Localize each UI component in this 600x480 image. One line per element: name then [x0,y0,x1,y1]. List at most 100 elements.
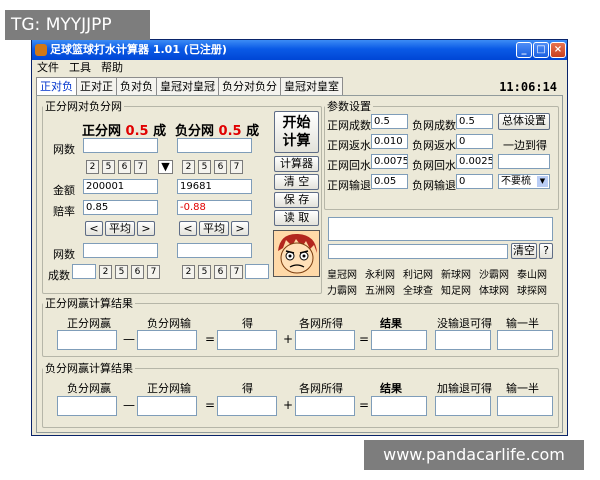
r2-box-3[interactable] [217,396,277,416]
minimize-button[interactable]: _ [516,42,532,58]
left-chengshu-input[interactable] [72,264,96,279]
right-spin-7[interactable]: 7 [230,160,243,174]
left-next-button[interactable]: > [137,221,155,236]
param-zheng-huishui[interactable]: 0.0075 [371,154,408,169]
cs-right-spin-6[interactable]: 6 [214,265,227,279]
r1-h2: 负分网输 [147,317,191,330]
param-zheng-shutui[interactable]: 0.05 [371,174,408,189]
tab-fu-fu[interactable]: 负对负 [116,77,157,95]
left-prev-button[interactable]: < [85,221,103,236]
tab-panel: 正分网对负分网 正分网 0.5 成 负分网 0.5 成 网数 2 5 6 7 ▼… [36,95,563,433]
tab-negscore[interactable]: 负分对负分 [218,77,281,95]
left-odds-input[interactable]: 0.85 [83,200,158,215]
label-wangshu: 网数 [53,143,75,156]
r2-eq: = [205,398,216,412]
swap-arrow-icon[interactable]: ▼ [158,160,173,174]
cs-right-spin-7[interactable]: 7 [230,265,243,279]
read-button[interactable]: 读 取 [274,210,319,226]
start-calc-button[interactable]: 开始 计算 [274,111,319,153]
r1-box-3[interactable] [217,330,277,350]
clear-button[interactable]: 清 空 [274,174,319,190]
left-spin-6[interactable]: 6 [118,160,131,174]
left-wangshu2-input[interactable] [83,243,158,258]
r1-box-2[interactable] [137,330,197,350]
r1-box-4[interactable] [295,330,355,350]
left-wangshu-input[interactable] [83,138,158,153]
r2-box-result[interactable] [371,396,427,416]
r2-box-2[interactable] [137,396,197,416]
r1-box-1[interactable] [57,330,117,350]
memo-box[interactable] [328,217,553,241]
clear-small-button[interactable]: 清空 [511,243,537,259]
r2-box-7[interactable] [497,396,553,416]
param-dropdown[interactable]: 不要梳 ▼ [498,174,550,189]
title-bar[interactable]: 足球篮球打水计算器 1.01 (已注册) _ □ × [32,40,567,60]
r2-h4: 各网所得 [299,382,343,395]
left-spin-2[interactable]: 2 [86,160,99,174]
link-xinqiu[interactable]: 新球网 [441,266,471,281]
r2-box-4[interactable] [295,396,355,416]
r1-eq: = [205,332,216,346]
menu-tools[interactable]: 工具 [64,60,96,76]
right-spin-6[interactable]: 6 [214,160,227,174]
r1-minus: — [123,332,135,346]
param-fu-shutui[interactable]: 0 [456,174,493,189]
right-average-button[interactable]: 平均 [199,221,229,236]
left-amount-input[interactable]: 200001 [83,179,158,194]
left-average-button[interactable]: 平均 [105,221,135,236]
menu-file[interactable]: 文件 [32,60,64,76]
memo-input[interactable] [328,244,508,259]
r1-box-result[interactable] [371,330,427,350]
help-question-button[interactable]: ? [539,243,553,259]
param-zheng-chengshu[interactable]: 0.5 [371,114,408,129]
cs-left-spin-6[interactable]: 6 [131,265,144,279]
right-spin-2[interactable]: 2 [182,160,195,174]
param-fu-chengshu[interactable]: 0.5 [456,114,493,129]
link-yongli[interactable]: 永利网 [365,266,395,281]
cs-left-spin-5[interactable]: 5 [115,265,128,279]
overall-settings-button[interactable]: 总体设置 [498,113,550,130]
left-spin-5[interactable]: 5 [102,160,115,174]
right-prev-button[interactable]: < [179,221,197,236]
tab-zheng-fu[interactable]: 正对负 [36,77,77,96]
result1-legend: 正分网赢计算结果 [45,297,133,310]
tab-strip: 正对负 正对正 负对负 皇冠对皇冠 负分对负分 皇冠对皇室 [36,77,343,96]
cs-right-spin-2[interactable]: 2 [182,265,195,279]
right-next-button[interactable]: > [231,221,249,236]
cs-left-spin-7[interactable]: 7 [147,265,160,279]
param-extra-input[interactable] [498,154,550,169]
save-button[interactable]: 保 存 [274,192,319,208]
bothwin-label: 一边到得 [503,139,547,152]
link-huangguan[interactable]: 皇冠网 [327,266,357,281]
right-header: 负分网 0.5 成 [175,124,260,139]
right-odds-input[interactable]: -0.88 [177,200,252,215]
chevron-down-icon[interactable]: ▼ [537,176,548,187]
right-amount-input[interactable]: 19681 [177,179,252,194]
right-wangshu2-input[interactable] [177,243,252,258]
param-fu-fanshui[interactable]: 0 [456,134,493,149]
cs-left-spin-2[interactable]: 2 [99,265,112,279]
link-taishan[interactable]: 泰山网 [517,266,547,281]
tab-zheng-zheng[interactable]: 正对正 [76,77,117,95]
right-spin-5[interactable]: 5 [198,160,211,174]
link-shaba[interactable]: 沙霸网 [479,266,509,281]
calculator-button[interactable]: 计算器 [274,156,319,172]
r1-box-7[interactable] [497,330,553,350]
menu-help[interactable]: 帮助 [96,60,128,76]
app-icon [35,44,47,56]
r2-box-6[interactable] [435,396,491,416]
link-liji[interactable]: 利记网 [403,266,433,281]
param-zheng-fanshui[interactable]: 0.010 [371,134,408,149]
tab-crown-crown[interactable]: 皇冠对皇冠 [156,77,219,95]
left-spin-7[interactable]: 7 [134,160,147,174]
r2-box-1[interactable] [57,396,117,416]
close-button[interactable]: × [550,42,566,58]
r2-h6: 加输退可得 [437,382,492,395]
cs-right-spin-5[interactable]: 5 [198,265,211,279]
maximize-button[interactable]: □ [533,42,549,58]
param-fu-huishui[interactable]: 0.0025 [456,154,493,169]
tab-crown-royal[interactable]: 皇冠对皇室 [280,77,343,95]
right-wangshu-input[interactable] [177,138,252,153]
right-chengshu-input[interactable] [245,264,269,279]
r1-box-6[interactable] [435,330,491,350]
